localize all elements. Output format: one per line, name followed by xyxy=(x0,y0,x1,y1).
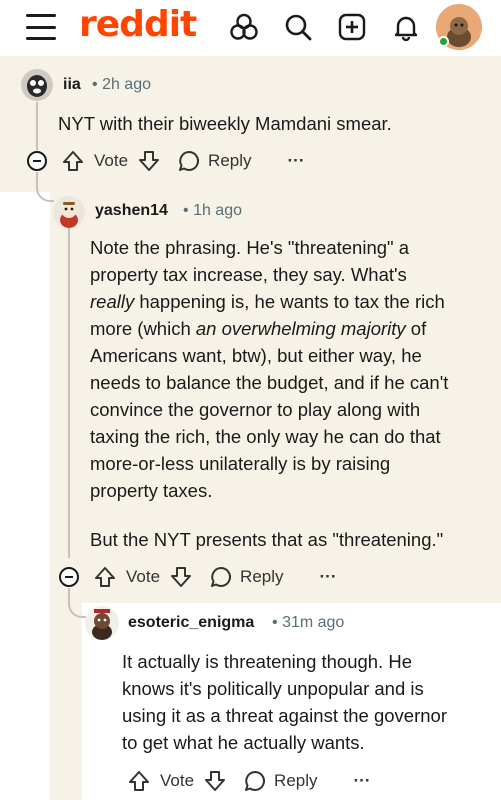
vote-label: Vote xyxy=(126,567,161,586)
collapse-thread-button[interactable] xyxy=(59,567,79,587)
comment-body: It actually is threatening though. He kn… xyxy=(122,651,447,753)
comment-meta: • 31m ago xyxy=(272,614,345,631)
comment-author[interactable]: esoteric_enigma xyxy=(128,614,254,632)
collapse-thread-button[interactable] xyxy=(27,151,47,171)
downvote-button[interactable] xyxy=(138,150,160,172)
gutter xyxy=(0,192,50,800)
comment-meta: • 1h ago xyxy=(183,202,242,219)
reply-button[interactable]: Reply xyxy=(210,566,284,588)
menu-icon[interactable] xyxy=(26,14,56,40)
vote-label: Vote xyxy=(160,771,195,790)
downvote-button[interactable] xyxy=(170,566,192,588)
reddit-logo[interactable]: reddit xyxy=(79,4,197,45)
more-options-button[interactable]: ··· xyxy=(354,771,371,791)
reply-icon xyxy=(179,151,200,171)
search-icon[interactable] xyxy=(283,12,313,42)
reply-label: Reply xyxy=(208,151,252,170)
comment-line: more (which an overwhelming majority of xyxy=(90,318,427,339)
more-options-button[interactable]: ··· xyxy=(320,567,337,587)
comment-actions: Vote Reply ··· xyxy=(94,562,337,592)
vote-label: Vote xyxy=(94,151,129,170)
reply-icon xyxy=(211,567,232,587)
commenter-avatar[interactable] xyxy=(53,196,85,228)
reply-icon xyxy=(245,771,266,791)
more-options-button[interactable]: ··· xyxy=(288,151,305,171)
comment-author[interactable]: yashen14 xyxy=(95,202,168,220)
upvote-icon xyxy=(129,771,149,791)
popular-icon[interactable] xyxy=(229,12,259,42)
comment-actions: Vote Reply ··· xyxy=(128,766,371,796)
reply-label: Reply xyxy=(274,771,318,790)
comment-time: 2h ago xyxy=(102,76,151,93)
upvote-icon xyxy=(63,151,83,171)
reply-button[interactable]: Reply xyxy=(178,150,252,172)
reply-label: Reply xyxy=(240,567,284,586)
online-status-dot xyxy=(438,36,449,47)
comment-actions: Vote Reply ··· xyxy=(62,146,305,176)
comment-line: really happening is, he wants to tax the… xyxy=(90,291,445,312)
comment-body: NYT with their biweekly Mamdani smear. xyxy=(58,113,392,134)
upvote-button[interactable] xyxy=(94,566,116,588)
comment-time: 1h ago xyxy=(193,202,242,219)
downvote-icon xyxy=(139,151,160,171)
upvote-button[interactable] xyxy=(128,770,150,792)
top-bar: reddit xyxy=(0,0,501,56)
thread-line xyxy=(68,228,70,558)
commenter-avatar[interactable] xyxy=(85,606,119,640)
comment-author[interactable]: iia xyxy=(63,76,81,94)
comment-time: 31m ago xyxy=(282,614,345,631)
comment-body: Note the phrasing. He's "threatening" a … xyxy=(90,234,485,553)
create-post-icon[interactable] xyxy=(337,12,367,42)
downvote-button[interactable] xyxy=(204,770,226,792)
commenter-avatar[interactable] xyxy=(21,69,53,101)
notifications-icon[interactable] xyxy=(391,12,421,42)
upvote-icon xyxy=(95,567,115,587)
downvote-icon xyxy=(205,771,226,791)
downvote-icon xyxy=(171,567,192,587)
comment-meta: • 2h ago xyxy=(92,76,151,93)
reply-button[interactable]: Reply xyxy=(244,770,318,792)
thread-line xyxy=(36,102,38,150)
upvote-button[interactable] xyxy=(62,150,84,172)
